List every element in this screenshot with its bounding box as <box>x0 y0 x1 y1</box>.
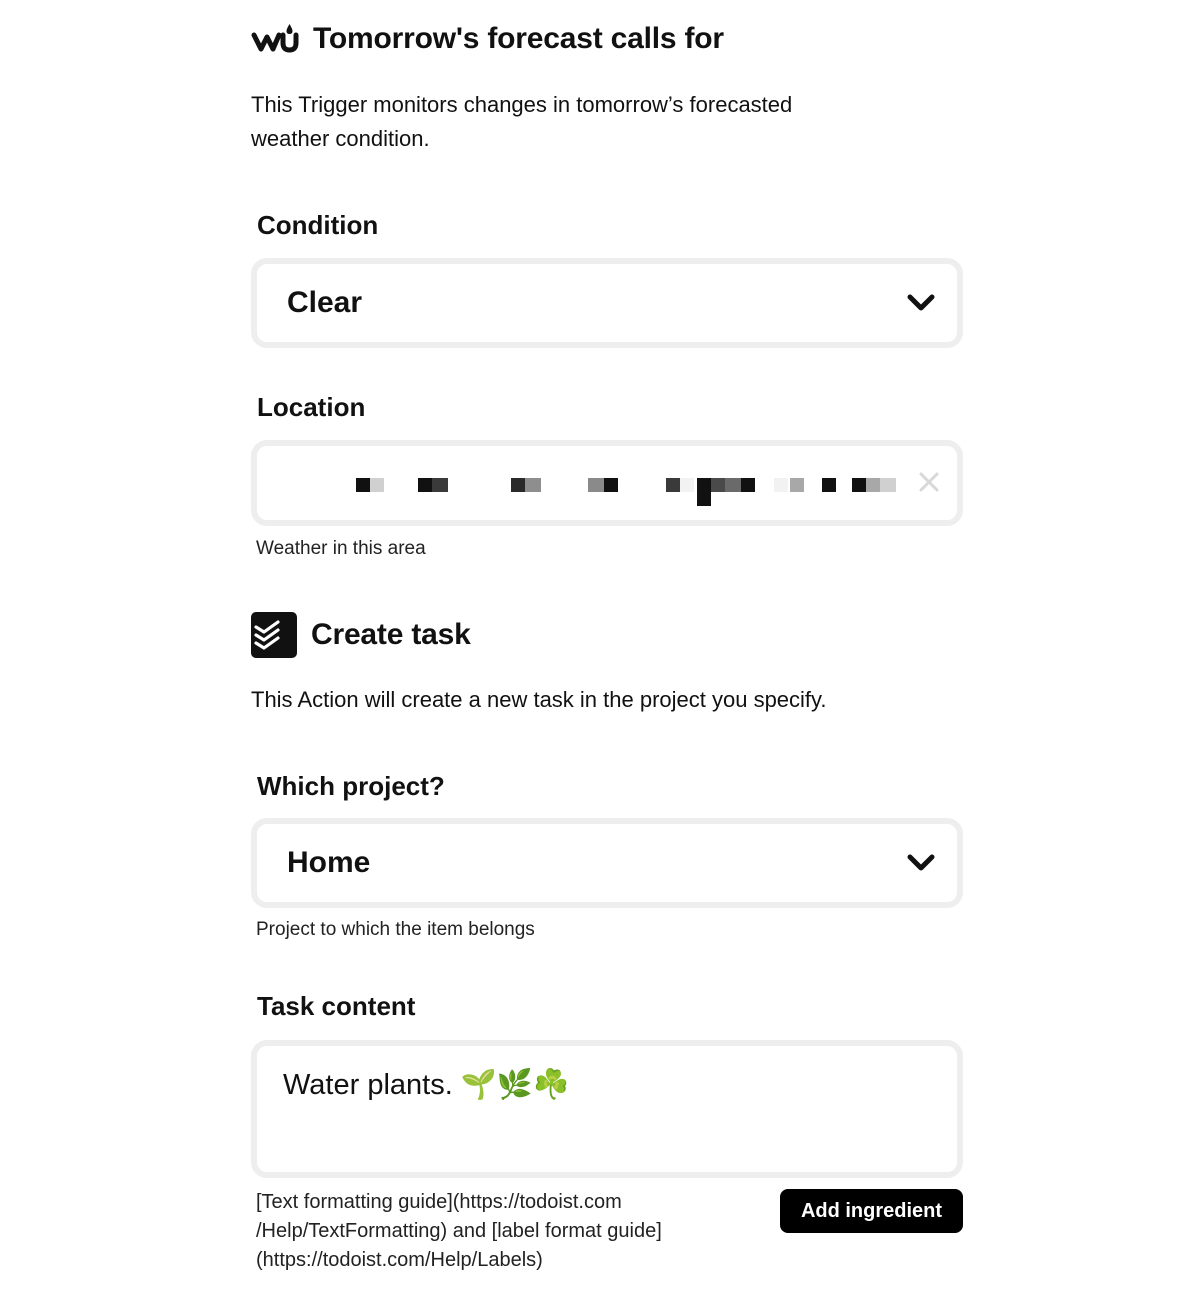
formatting-guide-text: [Text formatting guide](https://todoist.… <box>256 1188 776 1275</box>
condition-select[interactable]: Clear <box>251 258 963 348</box>
close-icon[interactable] <box>917 470 941 494</box>
project-select[interactable]: Home <box>251 818 963 908</box>
trigger-header: Tomorrow's forecast calls for <box>251 22 724 56</box>
guide-line-3: (https://todoist.com/Help/Labels) <box>256 1249 543 1271</box>
wunderground-logo-icon <box>251 24 299 53</box>
location-label: Location <box>257 392 366 422</box>
trigger-title: Tomorrow's forecast calls for <box>313 22 724 55</box>
project-helper: Project to which the item belongs <box>256 919 535 940</box>
trigger-description: This Trigger monitors changes in tomorro… <box>251 88 792 156</box>
chevron-down-icon <box>907 294 935 311</box>
trigger-description-line-2: weather condition. <box>251 126 430 151</box>
guide-line-1: [Text formatting guide](https://todoist.… <box>256 1191 622 1213</box>
task-content-value: Water plants. 🌱🌿☘️ <box>283 1069 570 1101</box>
todoist-logo-icon <box>251 612 297 658</box>
add-ingredient-button[interactable]: Add ingredient <box>780 1189 963 1233</box>
location-input[interactable] <box>251 440 963 526</box>
task-content-textarea[interactable]: Water plants. 🌱🌿☘️ <box>251 1040 963 1178</box>
action-description: This Action will create a new task in th… <box>251 687 827 712</box>
trigger-description-line-1: This Trigger monitors changes in tomorro… <box>251 92 793 117</box>
chevron-down-icon <box>907 854 935 871</box>
task-content-label: Task content <box>257 991 416 1021</box>
action-title: Create task <box>311 618 471 651</box>
project-label: Which project? <box>257 771 445 801</box>
action-header: Create task <box>251 612 471 658</box>
location-helper: Weather in this area <box>256 538 426 559</box>
guide-line-2: /Help/TextFormatting) and [label format … <box>256 1220 662 1242</box>
condition-label: Condition <box>257 210 379 240</box>
project-value: Home <box>287 846 371 879</box>
condition-value: Clear <box>287 286 363 319</box>
